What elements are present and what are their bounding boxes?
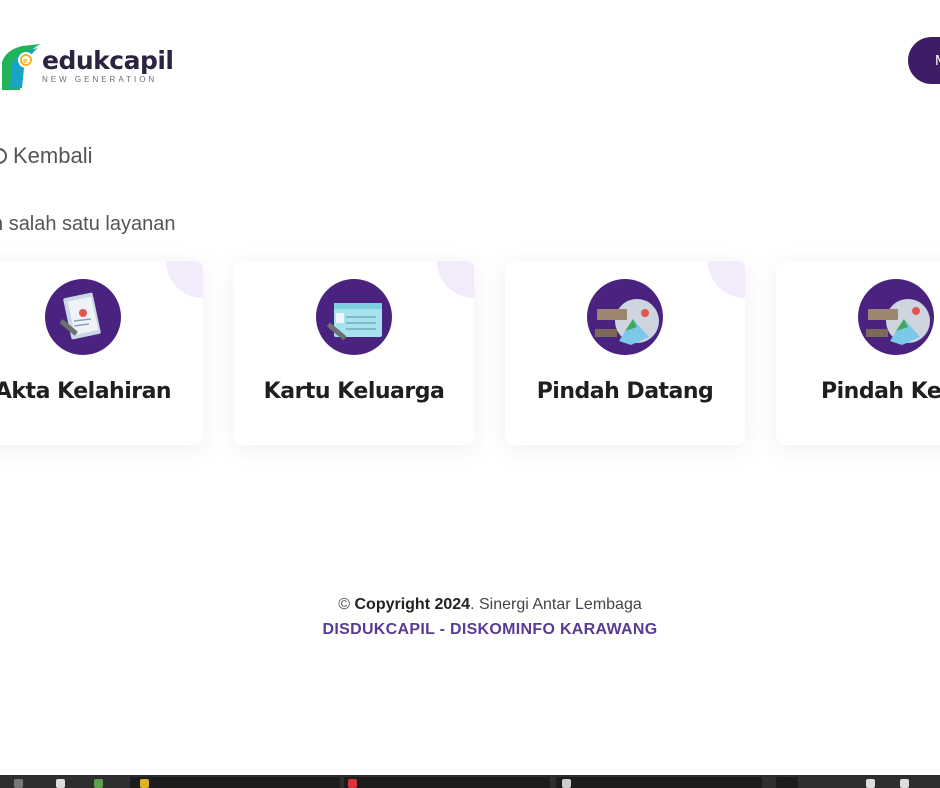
- relocation-in-icon: [587, 279, 663, 355]
- service-card-label: Pindah Datang: [536, 379, 714, 404]
- taskbar-app-icon[interactable]: [56, 779, 65, 788]
- taskbar-app-icon[interactable]: [94, 779, 103, 788]
- copyright-label: Copyright 2024: [354, 596, 471, 613]
- tray-icon[interactable]: [866, 779, 875, 788]
- service-card-pindah-datang[interactable]: Pindah Datang: [505, 261, 745, 445]
- footer-organization[interactable]: DISDUKCAPIL - DISKOMINFO KARAWANG: [0, 617, 940, 642]
- family-card-icon: [316, 279, 392, 355]
- logo-tagline: NEW GENERATION: [42, 75, 158, 84]
- service-card-akta-kelahiran[interactable]: Akta Kelahiran: [0, 261, 203, 445]
- page: e edukcapil NEW GENERATION M Kembali n s…: [0, 0, 940, 788]
- taskbar-window[interactable]: [344, 777, 550, 788]
- footer-tagline: . Sinergi Antar Lembaga: [470, 596, 642, 613]
- taskbar-window-icon: [562, 779, 571, 788]
- birth-certificate-icon: [45, 279, 121, 355]
- edukcapil-logo-icon: e: [2, 44, 40, 90]
- footer: © Copyright 2024. Sinergi Antar Lembaga …: [0, 592, 940, 642]
- logo-wordmark: edukcapil: [42, 46, 174, 75]
- header-menu-button[interactable]: M: [908, 37, 940, 84]
- service-instruction: n salah satu layanan: [0, 213, 175, 236]
- back-circle-icon: [0, 148, 7, 164]
- os-taskbar: [0, 775, 940, 788]
- card-corner-decoration: [437, 261, 474, 298]
- back-link[interactable]: Kembali: [0, 143, 92, 169]
- svg-text:e: e: [23, 57, 28, 65]
- instruction-text: salah satu layanan: [8, 213, 176, 235]
- service-card-label: Pindah Kelu: [821, 379, 940, 404]
- service-card-label: Kartu Keluarga: [263, 379, 445, 404]
- service-card-pindah-keluar[interactable]: Pindah Kelu: [776, 261, 940, 445]
- taskbar-window[interactable]: [130, 777, 340, 788]
- service-card-kartu-keluarga[interactable]: Kartu Keluarga: [234, 261, 474, 445]
- footer-copyright: © Copyright 2024. Sinergi Antar Lembaga: [0, 592, 940, 617]
- header-menu-button-label: M: [935, 52, 940, 69]
- back-link-label: Kembali: [13, 143, 93, 168]
- card-corner-decoration: [708, 261, 745, 298]
- service-card-label: Akta Kelahiran: [0, 379, 172, 404]
- taskbar-app-icon[interactable]: [14, 779, 23, 788]
- taskbar-window-icon: [140, 779, 149, 788]
- taskbar-window[interactable]: [556, 777, 762, 788]
- tray-icon[interactable]: [900, 779, 909, 788]
- taskbar-window[interactable]: [776, 777, 798, 788]
- instruction-prefix: n: [0, 213, 9, 235]
- card-corner-decoration: [166, 261, 203, 298]
- copyright-symbol: ©: [338, 596, 351, 613]
- site-logo[interactable]: e edukcapil NEW GENERATION: [0, 40, 174, 92]
- taskbar-window-icon: [348, 779, 357, 788]
- relocation-out-icon: [858, 279, 934, 355]
